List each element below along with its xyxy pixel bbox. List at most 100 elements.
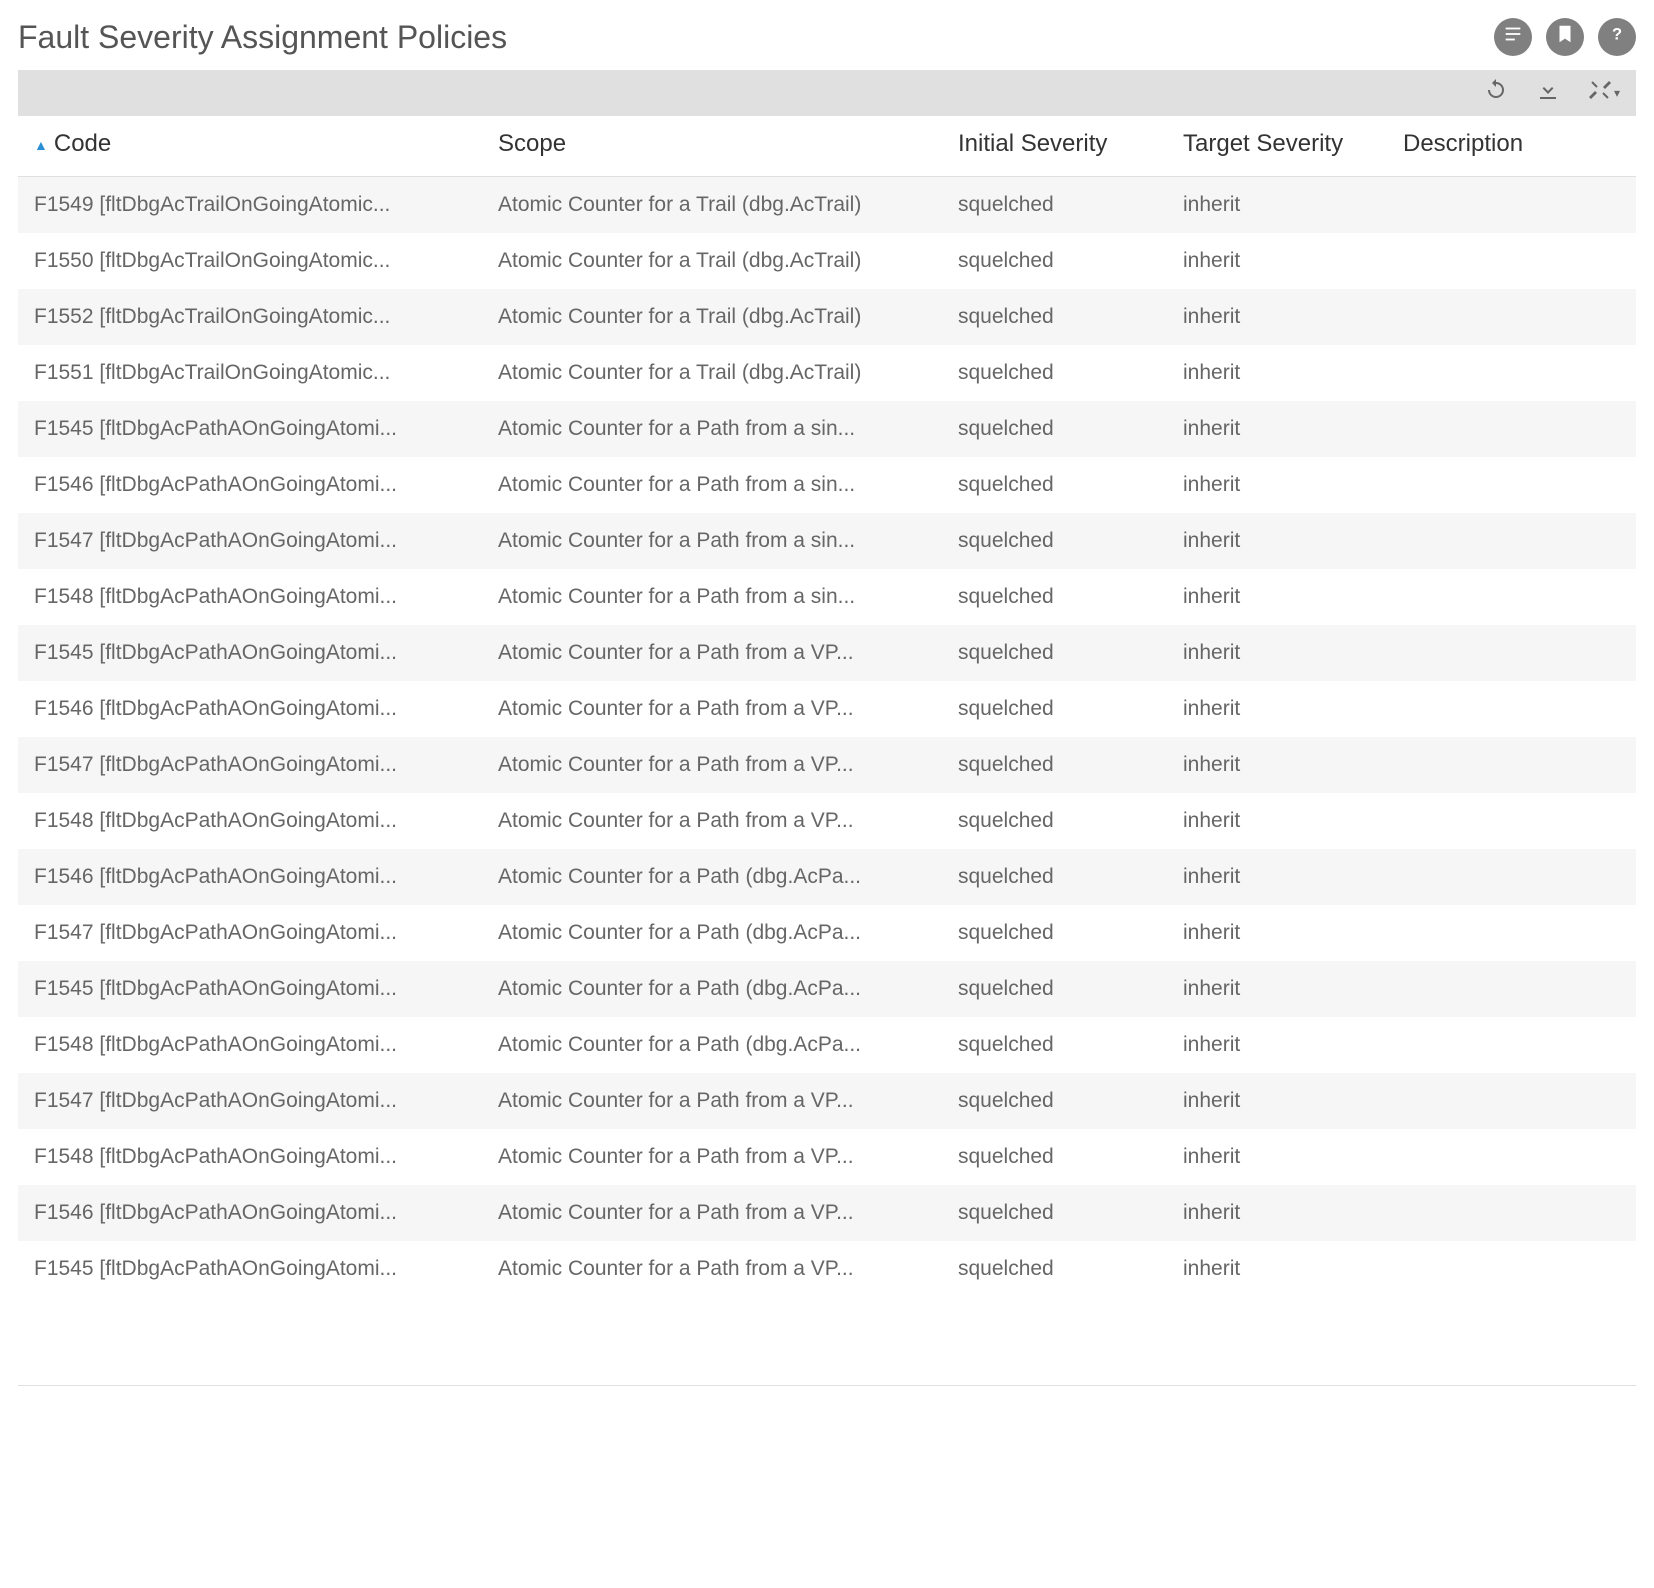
column-label: Scope xyxy=(498,130,566,157)
cell-desc xyxy=(1393,1129,1636,1185)
column-header-initial-severity[interactable]: Initial Severity xyxy=(948,116,1173,177)
table-row[interactable]: F1545 [fltDbgAcPathAOnGoingAtomi...Atomi… xyxy=(18,625,1636,681)
list-lines-icon xyxy=(1502,23,1524,51)
table-row[interactable]: F1547 [fltDbgAcPathAOnGoingAtomi...Atomi… xyxy=(18,1073,1636,1129)
cell-initial: squelched xyxy=(948,681,1173,737)
table-row[interactable]: F1552 [fltDbgAcTrailOnGoingAtomic...Atom… xyxy=(18,289,1636,345)
tools-menu-button[interactable]: ▾ xyxy=(1588,78,1620,108)
table-row[interactable]: F1547 [fltDbgAcPathAOnGoingAtomi...Atomi… xyxy=(18,905,1636,961)
cell-desc xyxy=(1393,457,1636,513)
list-view-button[interactable] xyxy=(1494,18,1532,56)
tools-icon xyxy=(1588,78,1612,108)
cell-target: inherit xyxy=(1173,401,1393,457)
cell-code: F1550 [fltDbgAcTrailOnGoingAtomic... xyxy=(18,233,488,289)
table-row[interactable]: F1551 [fltDbgAcTrailOnGoingAtomic...Atom… xyxy=(18,345,1636,401)
header-actions: ? xyxy=(1494,18,1636,56)
cell-scope: Atomic Counter for a Path (dbg.AcPa... xyxy=(488,849,948,905)
cell-scope: Atomic Counter for a Path (dbg.AcPa... xyxy=(488,1017,948,1073)
table-row[interactable]: F1548 [fltDbgAcPathAOnGoingAtomi...Atomi… xyxy=(18,793,1636,849)
cell-desc xyxy=(1393,1017,1636,1073)
cell-desc xyxy=(1393,233,1636,289)
column-header-description[interactable]: Description xyxy=(1393,116,1636,177)
cell-target: inherit xyxy=(1173,961,1393,1017)
cell-scope: Atomic Counter for a Path from a VP... xyxy=(488,1241,948,1297)
cell-scope: Atomic Counter for a Path from a VP... xyxy=(488,1185,948,1241)
cell-code: F1545 [fltDbgAcPathAOnGoingAtomi... xyxy=(18,401,488,457)
cell-scope: Atomic Counter for a Trail (dbg.AcTrail) xyxy=(488,345,948,401)
footer-divider xyxy=(18,1385,1636,1386)
cell-desc xyxy=(1393,1073,1636,1129)
refresh-button[interactable] xyxy=(1484,78,1508,108)
cell-initial: squelched xyxy=(948,569,1173,625)
help-button[interactable]: ? xyxy=(1598,18,1636,56)
cell-scope: Atomic Counter for a Path from a VP... xyxy=(488,737,948,793)
sort-ascending-icon: ▲ xyxy=(34,137,48,153)
table-row[interactable]: F1548 [fltDbgAcPathAOnGoingAtomi...Atomi… xyxy=(18,569,1636,625)
cell-target: inherit xyxy=(1173,457,1393,513)
cell-initial: squelched xyxy=(948,1241,1173,1297)
bookmark-button[interactable] xyxy=(1546,18,1584,56)
table-body: F1549 [fltDbgAcTrailOnGoingAtomic...Atom… xyxy=(18,177,1636,1298)
cell-target: inherit xyxy=(1173,1017,1393,1073)
cell-initial: squelched xyxy=(948,961,1173,1017)
cell-desc xyxy=(1393,961,1636,1017)
cell-initial: squelched xyxy=(948,177,1173,234)
table-toolbar: ▾ xyxy=(18,70,1636,116)
cell-code: F1545 [fltDbgAcPathAOnGoingAtomi... xyxy=(18,1241,488,1297)
cell-desc xyxy=(1393,1185,1636,1241)
cell-target: inherit xyxy=(1173,905,1393,961)
cell-target: inherit xyxy=(1173,737,1393,793)
cell-target: inherit xyxy=(1173,345,1393,401)
cell-initial: squelched xyxy=(948,233,1173,289)
cell-code: F1551 [fltDbgAcTrailOnGoingAtomic... xyxy=(18,345,488,401)
download-button[interactable] xyxy=(1536,78,1560,108)
cell-desc xyxy=(1393,625,1636,681)
table-row[interactable]: F1546 [fltDbgAcPathAOnGoingAtomi...Atomi… xyxy=(18,681,1636,737)
cell-target: inherit xyxy=(1173,681,1393,737)
table-row[interactable]: F1548 [fltDbgAcPathAOnGoingAtomi...Atomi… xyxy=(18,1017,1636,1073)
column-header-target-severity[interactable]: Target Severity xyxy=(1173,116,1393,177)
cell-code: F1545 [fltDbgAcPathAOnGoingAtomi... xyxy=(18,961,488,1017)
cell-target: inherit xyxy=(1173,177,1393,234)
table-row[interactable]: F1546 [fltDbgAcPathAOnGoingAtomi...Atomi… xyxy=(18,849,1636,905)
cell-scope: Atomic Counter for a Path from a sin... xyxy=(488,569,948,625)
svg-text:?: ? xyxy=(1612,26,1622,44)
table-row[interactable]: F1545 [fltDbgAcPathAOnGoingAtomi...Atomi… xyxy=(18,1241,1636,1297)
column-header-code[interactable]: ▲ Code xyxy=(18,116,488,177)
cell-initial: squelched xyxy=(948,401,1173,457)
column-label: Target Severity xyxy=(1183,130,1343,157)
table-row[interactable]: F1547 [fltDbgAcPathAOnGoingAtomi...Atomi… xyxy=(18,513,1636,569)
table-row[interactable]: F1550 [fltDbgAcTrailOnGoingAtomic...Atom… xyxy=(18,233,1636,289)
cell-code: F1552 [fltDbgAcTrailOnGoingAtomic... xyxy=(18,289,488,345)
table-row[interactable]: F1546 [fltDbgAcPathAOnGoingAtomi...Atomi… xyxy=(18,1185,1636,1241)
cell-initial: squelched xyxy=(948,625,1173,681)
cell-initial: squelched xyxy=(948,513,1173,569)
cell-code: F1548 [fltDbgAcPathAOnGoingAtomi... xyxy=(18,569,488,625)
cell-target: inherit xyxy=(1173,1185,1393,1241)
cell-initial: squelched xyxy=(948,289,1173,345)
table-row[interactable]: F1548 [fltDbgAcPathAOnGoingAtomi...Atomi… xyxy=(18,1129,1636,1185)
cell-code: F1545 [fltDbgAcPathAOnGoingAtomi... xyxy=(18,625,488,681)
table-row[interactable]: F1545 [fltDbgAcPathAOnGoingAtomi...Atomi… xyxy=(18,961,1636,1017)
cell-initial: squelched xyxy=(948,793,1173,849)
column-label: Code xyxy=(54,130,111,157)
cell-desc xyxy=(1393,737,1636,793)
column-header-scope[interactable]: Scope xyxy=(488,116,948,177)
table-row[interactable]: F1549 [fltDbgAcTrailOnGoingAtomic...Atom… xyxy=(18,177,1636,234)
table-row[interactable]: F1545 [fltDbgAcPathAOnGoingAtomi...Atomi… xyxy=(18,401,1636,457)
cell-scope: Atomic Counter for a Path from a sin... xyxy=(488,401,948,457)
chevron-down-icon: ▾ xyxy=(1614,86,1620,100)
cell-code: F1547 [fltDbgAcPathAOnGoingAtomi... xyxy=(18,1073,488,1129)
cell-scope: Atomic Counter for a Path (dbg.AcPa... xyxy=(488,905,948,961)
cell-initial: squelched xyxy=(948,1073,1173,1129)
table-row[interactable]: F1547 [fltDbgAcPathAOnGoingAtomi...Atomi… xyxy=(18,737,1636,793)
cell-code: F1546 [fltDbgAcPathAOnGoingAtomi... xyxy=(18,849,488,905)
policies-table: ▲ Code Scope Initial Severity Target Seve… xyxy=(18,116,1636,1297)
table-header-row: ▲ Code Scope Initial Severity Target Seve… xyxy=(18,116,1636,177)
cell-scope: Atomic Counter for a Path from a VP... xyxy=(488,681,948,737)
table-row[interactable]: F1546 [fltDbgAcPathAOnGoingAtomi...Atomi… xyxy=(18,457,1636,513)
cell-desc xyxy=(1393,793,1636,849)
cell-code: F1547 [fltDbgAcPathAOnGoingAtomi... xyxy=(18,905,488,961)
cell-scope: Atomic Counter for a Path from a VP... xyxy=(488,793,948,849)
cell-scope: Atomic Counter for a Trail (dbg.AcTrail) xyxy=(488,177,948,234)
